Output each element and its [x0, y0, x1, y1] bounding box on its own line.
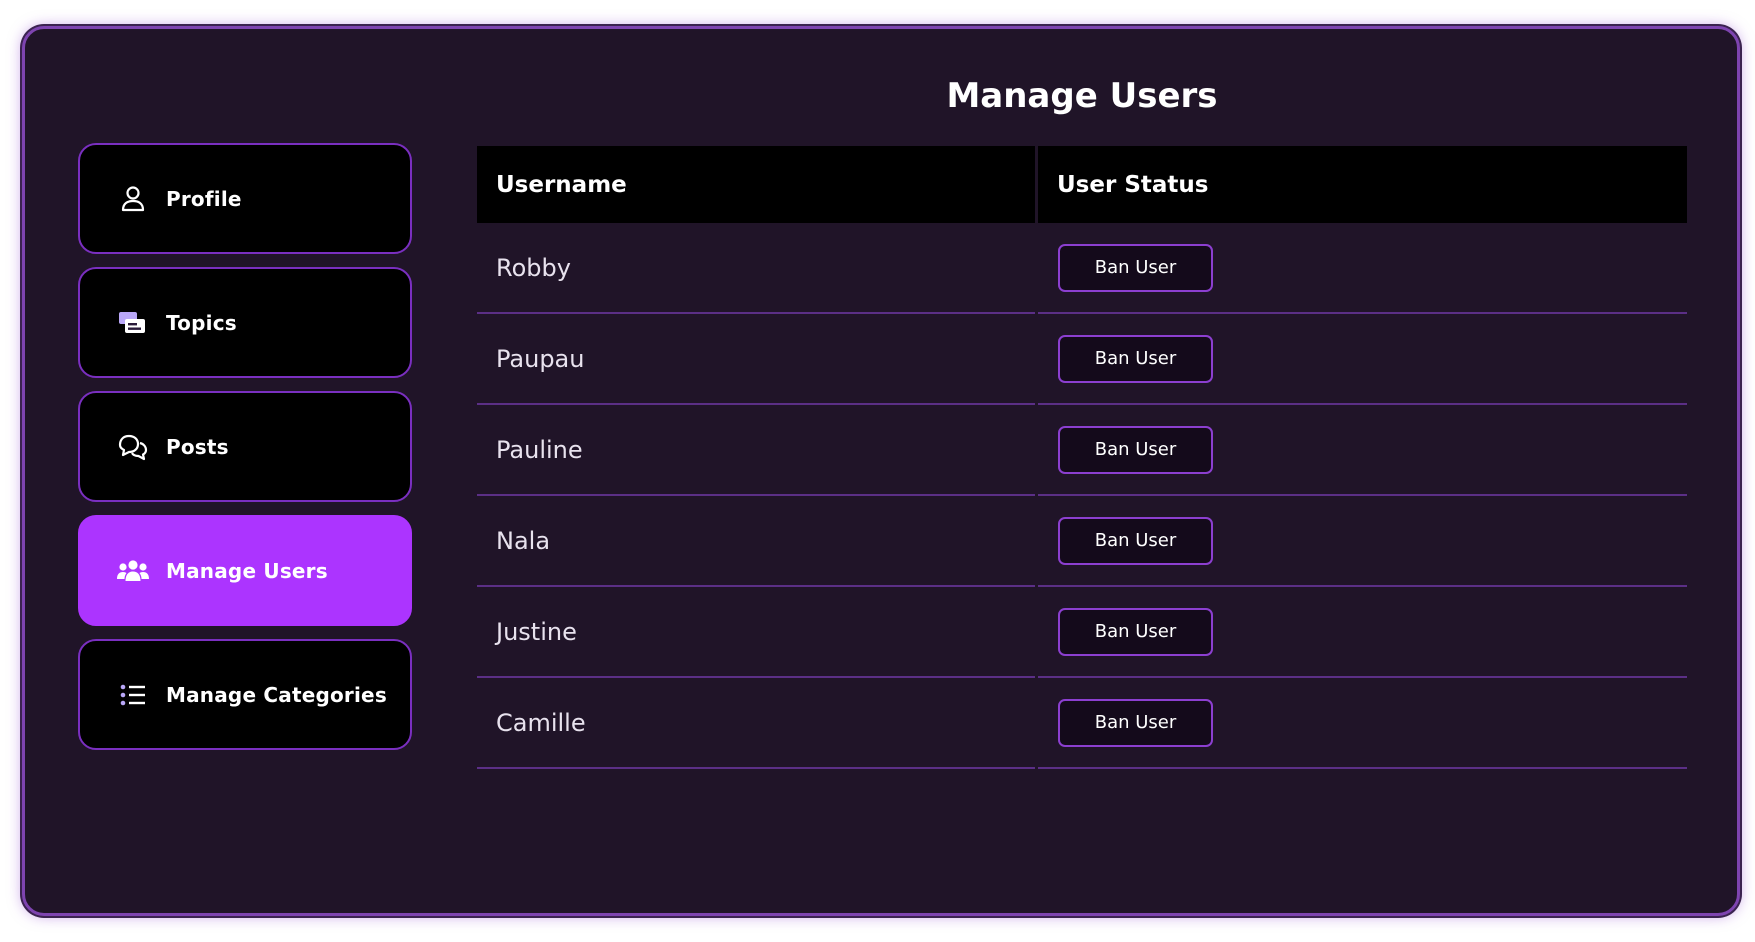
ban-user-button[interactable]: Ban User: [1058, 607, 1213, 656]
username-cell: Pauline: [477, 405, 1035, 496]
column-header-username: Username: [477, 146, 1035, 223]
ban-user-button[interactable]: Ban User: [1058, 243, 1213, 292]
sidebar-item-topics[interactable]: Topics: [78, 267, 412, 378]
status-cell: Ban User: [1038, 405, 1687, 496]
sidebar-item-label: Profile: [166, 186, 242, 211]
chat-bubbles-icon: [116, 430, 150, 464]
sidebar-item-posts[interactable]: Posts: [78, 391, 412, 502]
table-header: Username User Status: [477, 146, 1687, 223]
sidebar-item-profile[interactable]: Profile: [78, 143, 412, 254]
table-row: Justine Ban User: [477, 587, 1687, 678]
user-icon: [116, 182, 150, 216]
table-row: Pauline Ban User: [477, 405, 1687, 496]
sidebar-item-label: Manage Users: [166, 558, 328, 583]
username-cell: Nala: [477, 496, 1035, 587]
username-cell: Camille: [477, 678, 1035, 769]
table-row: Camille Ban User: [477, 678, 1687, 769]
username-cell: Paupau: [477, 314, 1035, 405]
ban-user-button[interactable]: Ban User: [1058, 516, 1213, 565]
status-cell: Ban User: [1038, 678, 1687, 769]
status-cell: Ban User: [1038, 587, 1687, 678]
status-cell: Ban User: [1038, 314, 1687, 405]
sidebar-item-manage-categories[interactable]: Manage Categories: [78, 639, 412, 750]
table-row: Nala Ban User: [477, 496, 1687, 587]
users-group-icon: [116, 554, 150, 588]
column-header-user-status: User Status: [1038, 146, 1687, 223]
table-row: Paupau Ban User: [477, 314, 1687, 405]
ban-user-button[interactable]: Ban User: [1058, 334, 1213, 383]
sidebar-item-label: Posts: [166, 434, 229, 459]
sidebar-item-label: Topics: [166, 310, 237, 335]
topics-icon: [116, 306, 150, 340]
username-cell: Robby: [477, 223, 1035, 314]
sidebar-item-label: Manage Categories: [166, 682, 387, 707]
page-title: Manage Users: [946, 76, 1218, 116]
users-table: Username User Status Robby Ban User Paup…: [477, 146, 1687, 769]
ban-user-button[interactable]: Ban User: [1058, 698, 1213, 747]
status-cell: Ban User: [1038, 223, 1687, 314]
list-icon: [116, 678, 150, 712]
username-cell: Justine: [477, 587, 1035, 678]
status-cell: Ban User: [1038, 496, 1687, 587]
sidebar-item-manage-users[interactable]: Manage Users: [78, 515, 412, 626]
table-row: Robby Ban User: [477, 223, 1687, 314]
ban-user-button[interactable]: Ban User: [1058, 425, 1213, 474]
